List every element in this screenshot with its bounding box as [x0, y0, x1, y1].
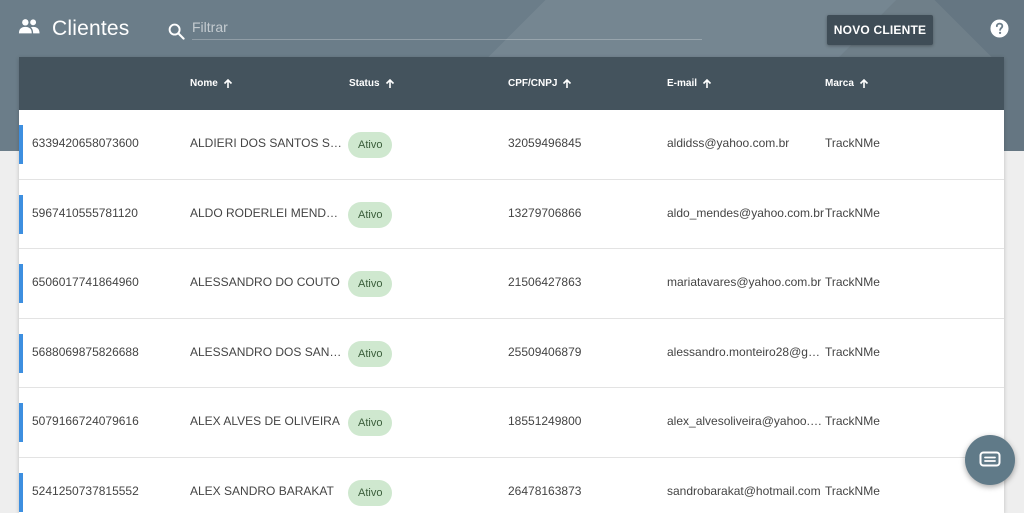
row-marker: [19, 264, 23, 303]
client-name: ALESSANDRO DOS SANTOS ...: [190, 344, 342, 359]
status-badge: Ativo: [348, 201, 393, 228]
client-id: 5241250737815552: [32, 483, 139, 498]
client-id: 6339420658073600: [32, 136, 139, 150]
client-brand: TrackNMe: [825, 414, 880, 428]
help-icon[interactable]: [990, 19, 1009, 38]
new-client-button[interactable]: NOVO CLIENTE: [827, 15, 933, 45]
column-header-name[interactable]: Nome: [190, 78, 233, 89]
client-name: ALESSANDRO DO COUTO: [190, 275, 340, 289]
row-marker: [19, 333, 23, 373]
client-email: alessandro.monteiro28@gma...: [667, 344, 825, 359]
column-header-cpf-cnpj[interactable]: CPF/CNPJ: [508, 78, 572, 89]
client-brand: TrackNMe: [825, 483, 880, 498]
status-badge: Ativo: [348, 132, 393, 158]
client-id: 5967410555781120: [32, 205, 138, 220]
column-header-status[interactable]: Status: [349, 78, 395, 89]
table-row[interactable]: 6339420658073600 ALDIERI DOS SANTOS SILV…: [19, 110, 1004, 180]
row-marker: [19, 403, 23, 442]
client-cpf-cnpj: 21506427863: [508, 275, 582, 289]
client-brand: TrackNMe: [825, 275, 880, 289]
page-title: Clientes: [52, 17, 130, 40]
row-marker: [19, 194, 23, 234]
client-name: ALEX ALVES DE OLIVEIRA: [190, 414, 340, 428]
table-header: Nome Status CPF/CNPJ E-mail Marca: [19, 57, 1004, 110]
row-marker: [19, 472, 23, 512]
search-icon: [168, 23, 185, 40]
status-badge: Ativo: [348, 340, 393, 367]
status-badge: Ativo: [348, 479, 393, 506]
sort-arrow-up-icon: [223, 78, 232, 88]
top-bar: Clientes NOVO CLIENTE: [0, 0, 1024, 57]
client-name: ALDIERI DOS SANTOS SILVA: [190, 136, 342, 150]
clients-table: Nome Status CPF/CNPJ E-mail Marca 633942…: [19, 57, 1004, 513]
client-cpf-cnpj: 13279706866: [508, 205, 582, 220]
client-brand: TrackNMe: [825, 344, 880, 359]
table-row[interactable]: 5079166724079616 ALEX ALVES DE OLIVEIRA …: [19, 388, 1004, 458]
row-marker: [19, 125, 23, 164]
client-email: alex_alvesoliveira@yahoo.co...: [667, 414, 825, 428]
client-email: mariatavares@yahoo.com.br: [667, 275, 822, 289]
column-header-email[interactable]: E-mail: [667, 78, 712, 89]
table-row[interactable]: 5241250737815552 ALEX SANDRO BARAKAT Ati…: [19, 457, 1004, 513]
status-badge: Ativo: [348, 410, 393, 436]
search-input[interactable]: [192, 14, 702, 40]
status-badge: Ativo: [348, 271, 393, 297]
sort-arrow-up-icon: [563, 78, 572, 88]
chat-icon: [979, 451, 1001, 467]
column-header-brand[interactable]: Marca: [825, 78, 869, 89]
client-email: sandrobarakat@hotmail.com: [667, 483, 821, 498]
client-id: 5079166724079616: [32, 414, 139, 428]
client-cpf-cnpj: 25509406879: [508, 344, 582, 359]
chat-button[interactable]: [965, 435, 1015, 485]
client-email: aldidss@yahoo.com.br: [667, 136, 790, 150]
client-name: ALDO RODERLEI MENDES: [190, 205, 342, 220]
client-name: ALEX SANDRO BARAKAT: [190, 483, 334, 498]
client-id: 6506017741864960: [32, 275, 139, 289]
sort-arrow-up-icon: [859, 78, 868, 88]
client-brand: TrackNMe: [825, 205, 880, 220]
sort-arrow-up-icon: [702, 78, 712, 88]
table-row[interactable]: 6506017741864960 ALESSANDRO DO COUTO Ati…: [19, 249, 1004, 319]
client-email: aldo_mendes@yahoo.com.br: [667, 205, 824, 220]
client-id: 5688069875826688: [32, 344, 139, 359]
table-row[interactable]: 5967410555781120 ALDO RODERLEI MENDES At…: [19, 179, 1004, 249]
sort-arrow-up-icon: [385, 78, 394, 88]
table-row[interactable]: 5688069875826688 ALESSANDRO DOS SANTOS .…: [19, 318, 1004, 388]
client-cpf-cnpj: 32059496845: [508, 136, 582, 150]
people-icon: [18, 19, 40, 34]
client-brand: TrackNMe: [825, 136, 880, 150]
client-cpf-cnpj: 26478163873: [508, 483, 582, 498]
client-cpf-cnpj: 18551249800: [508, 414, 582, 428]
